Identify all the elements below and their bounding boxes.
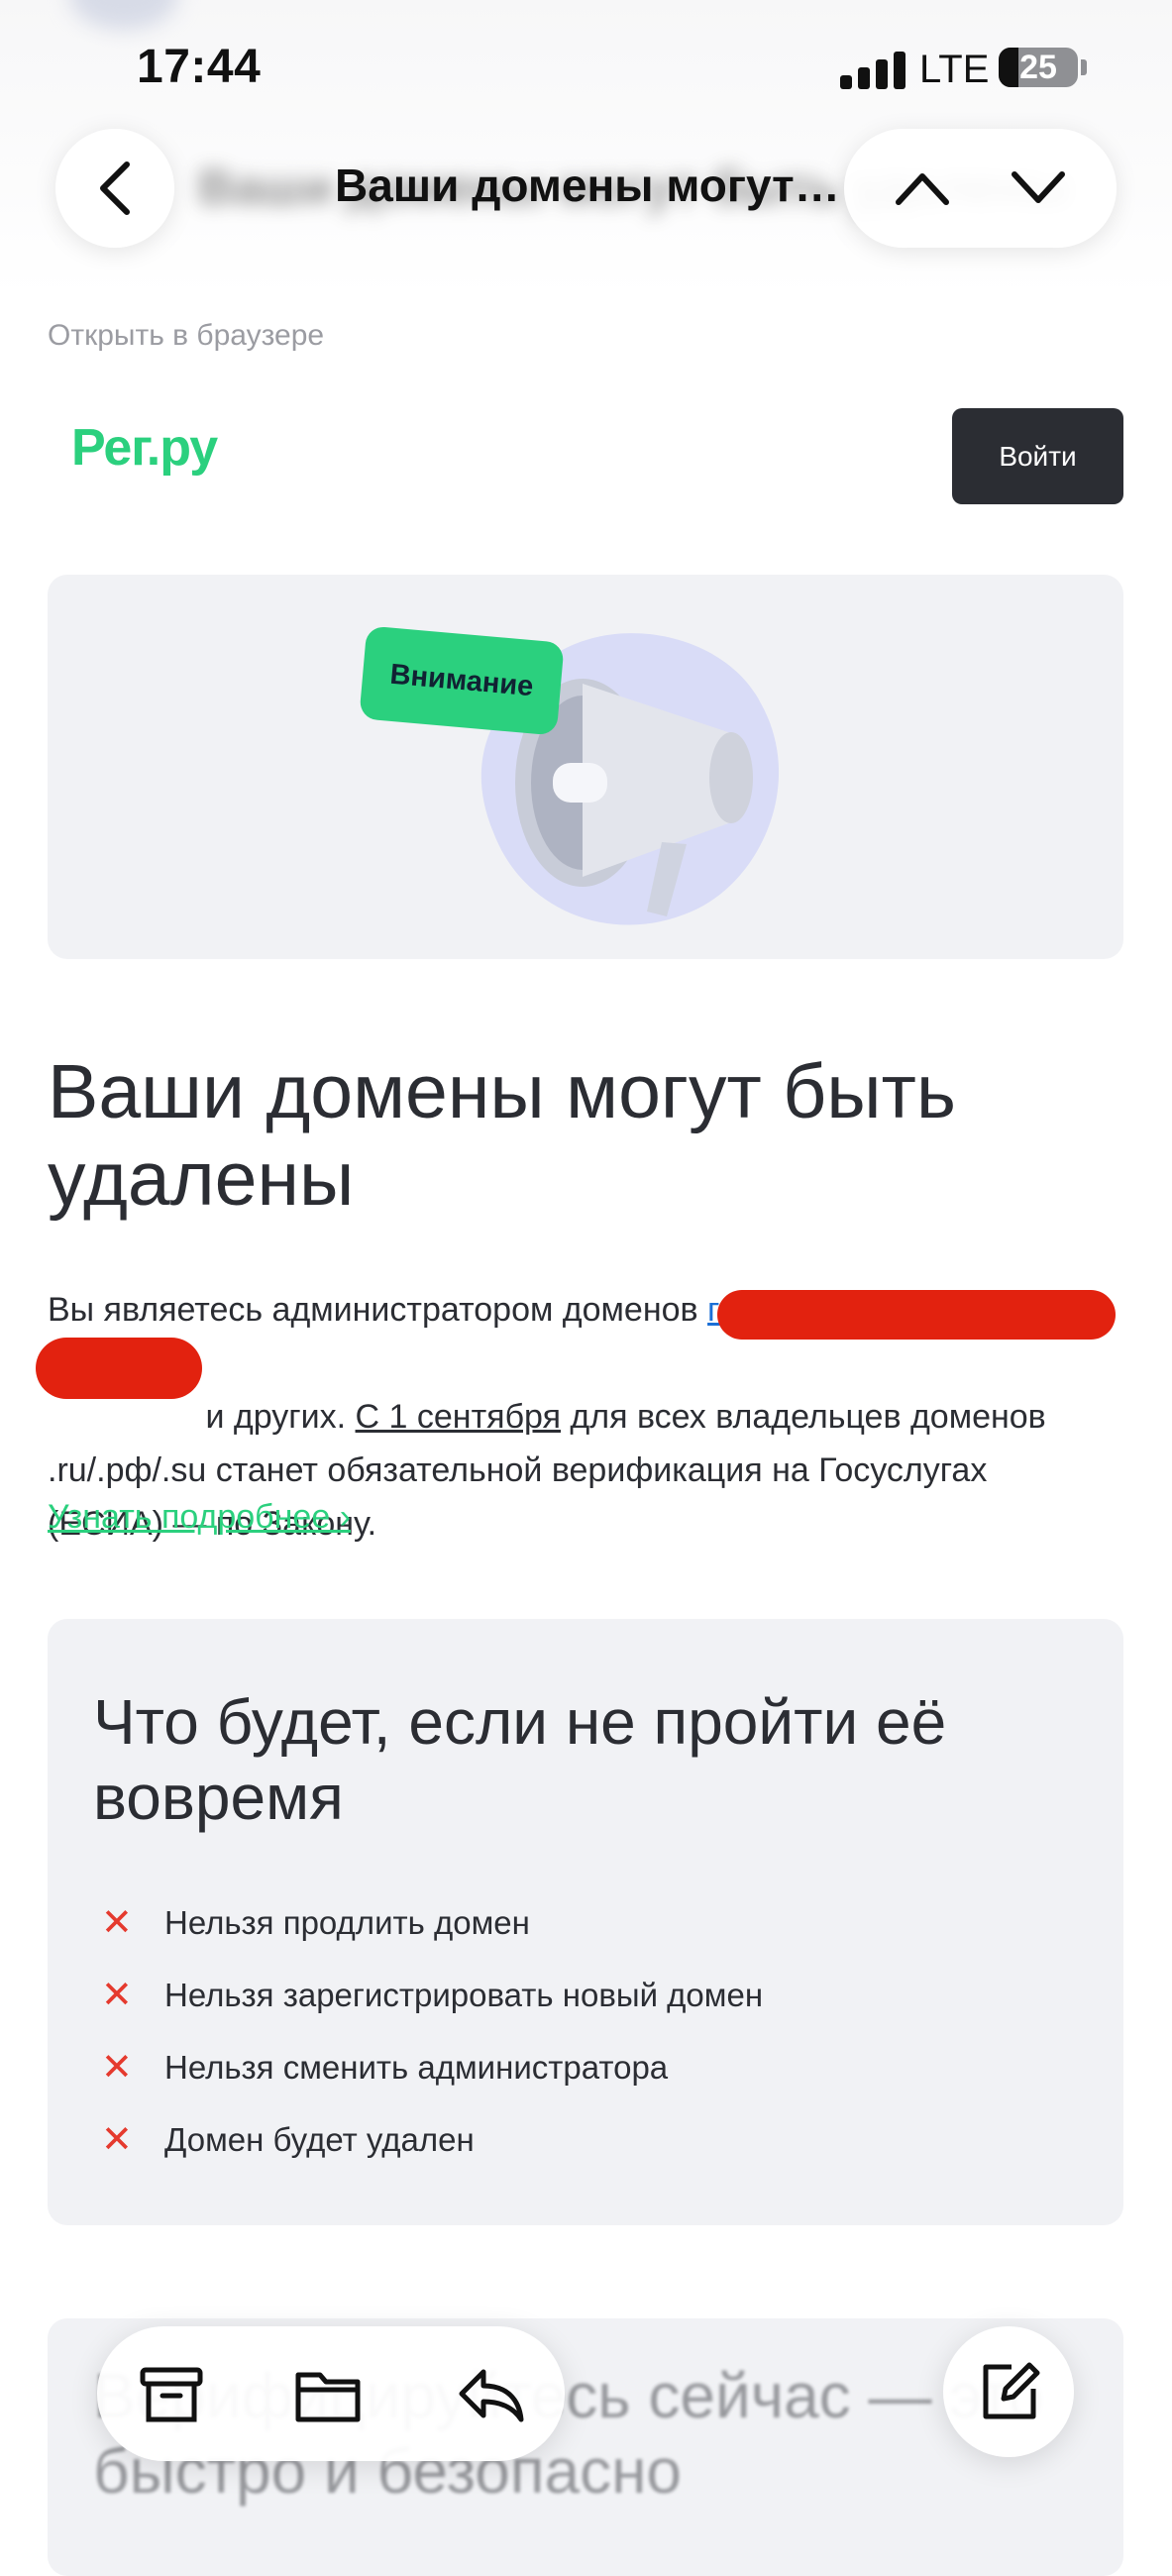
body-part-1: Вы являетесь администратором доменов <box>48 1291 708 1329</box>
compose-icon <box>983 2362 1040 2419</box>
chevron-down-icon[interactable] <box>1009 168 1068 208</box>
signal-icon <box>840 50 906 89</box>
battery-cap <box>1081 59 1087 75</box>
folder-icon[interactable] <box>293 2360 363 2429</box>
cross-icon: ✕ <box>101 1902 133 1944</box>
consequences-title: Что будет, если не пройти её вовремя <box>93 1686 947 1833</box>
email-headline: Ваши домены могут быть удалены <box>48 1049 956 1222</box>
list-item-text: Нельзя сменить администратора <box>164 2048 669 2086</box>
list-item: ✕ Нельзя зарегистрировать новый домен <box>101 1959 763 2031</box>
message-nav-buttons <box>844 129 1117 248</box>
bottom-toolbar <box>97 2326 565 2461</box>
list-item-text: Нельзя зарегистрировать новый домен <box>164 1976 764 2013</box>
redaction-mark <box>717 1290 1116 1340</box>
cross-icon: ✕ <box>101 1975 133 2016</box>
consequences-list: ✕ Нельзя продлить домен ✕ Нельзя зарегистр… <box>101 1886 763 2176</box>
archive-icon[interactable] <box>137 2360 206 2429</box>
battery-percent: 25 <box>1019 49 1057 86</box>
list-item-text: Нельзя продлить домен <box>164 1903 530 1941</box>
list-item: ✕ Нельзя продлить домен <box>101 1886 763 1959</box>
compose-button[interactable] <box>943 2326 1074 2457</box>
regru-logo[interactable]: Рег.ру <box>71 418 218 478</box>
status-time: 17:44 <box>137 41 262 93</box>
consequences-card: Что будет, если не пройти её вовремя ✕ Не… <box>48 1619 1123 2225</box>
hero-banner: Внимание <box>48 575 1123 959</box>
back-chevron-icon <box>100 161 130 215</box>
list-item: ✕ Домен будет удален <box>101 2103 763 2176</box>
back-button[interactable] <box>55 129 174 248</box>
login-button[interactable]: Войти <box>952 408 1123 504</box>
body-part-2: и других. <box>196 1398 356 1436</box>
reply-icon[interactable] <box>456 2360 525 2429</box>
redaction-mark <box>36 1338 202 1399</box>
list-item: ✕ Нельзя сменить администратора <box>101 2031 763 2103</box>
battery-icon: 25 <box>999 48 1078 87</box>
cross-icon: ✕ <box>101 2119 133 2161</box>
chevron-up-icon[interactable] <box>893 168 952 208</box>
attention-tag: Внимание <box>359 625 565 736</box>
list-item-text: Домен будет удален <box>164 2120 475 2158</box>
learn-more-link[interactable]: Узнать подробнее › <box>48 1498 351 1537</box>
open-in-browser-link[interactable]: Открыть в браузере <box>48 319 324 353</box>
nav-title: Ваши домены могут… <box>335 160 840 211</box>
cross-icon: ✕ <box>101 2047 133 2089</box>
status-bar: 17:44 LTE 25 <box>0 0 1172 129</box>
network-type: LTE <box>919 48 990 91</box>
date-phrase: С 1 сентября <box>355 1398 561 1436</box>
